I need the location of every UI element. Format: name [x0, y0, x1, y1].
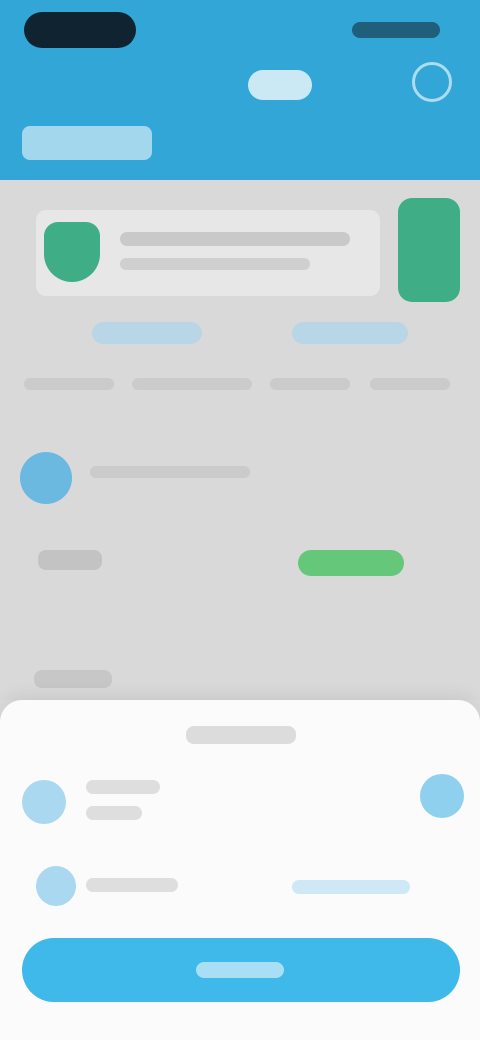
account-name: [90, 466, 250, 478]
status-bar-indicators: [352, 22, 440, 38]
option-icon: [22, 780, 66, 824]
option-label: [86, 780, 160, 794]
status-bar-time: [24, 12, 136, 48]
info-chip[interactable]: [292, 322, 408, 344]
option-sublabel: [86, 806, 142, 820]
option-link[interactable]: [292, 880, 410, 894]
sheet-title: [186, 726, 296, 744]
page-title: [22, 126, 152, 160]
avatar[interactable]: [20, 452, 72, 504]
row-text: [370, 378, 450, 390]
info-chip[interactable]: [92, 322, 202, 344]
banner-action-button[interactable]: [398, 198, 460, 302]
banner-title: [120, 232, 350, 246]
option-radio[interactable]: [420, 774, 464, 818]
setting-toggle[interactable]: [298, 550, 404, 576]
section-label: [34, 670, 112, 688]
setting-label: [38, 550, 102, 570]
option-label: [86, 878, 178, 892]
settings-icon[interactable]: [412, 62, 452, 102]
row-text: [132, 378, 252, 390]
option-icon: [36, 866, 76, 906]
row-text: [270, 378, 350, 390]
shield-icon: [44, 222, 100, 282]
row-text: [24, 378, 114, 390]
header-action-button[interactable]: [248, 70, 312, 100]
banner-subtitle: [120, 258, 310, 270]
primary-cta-label: [196, 962, 284, 978]
